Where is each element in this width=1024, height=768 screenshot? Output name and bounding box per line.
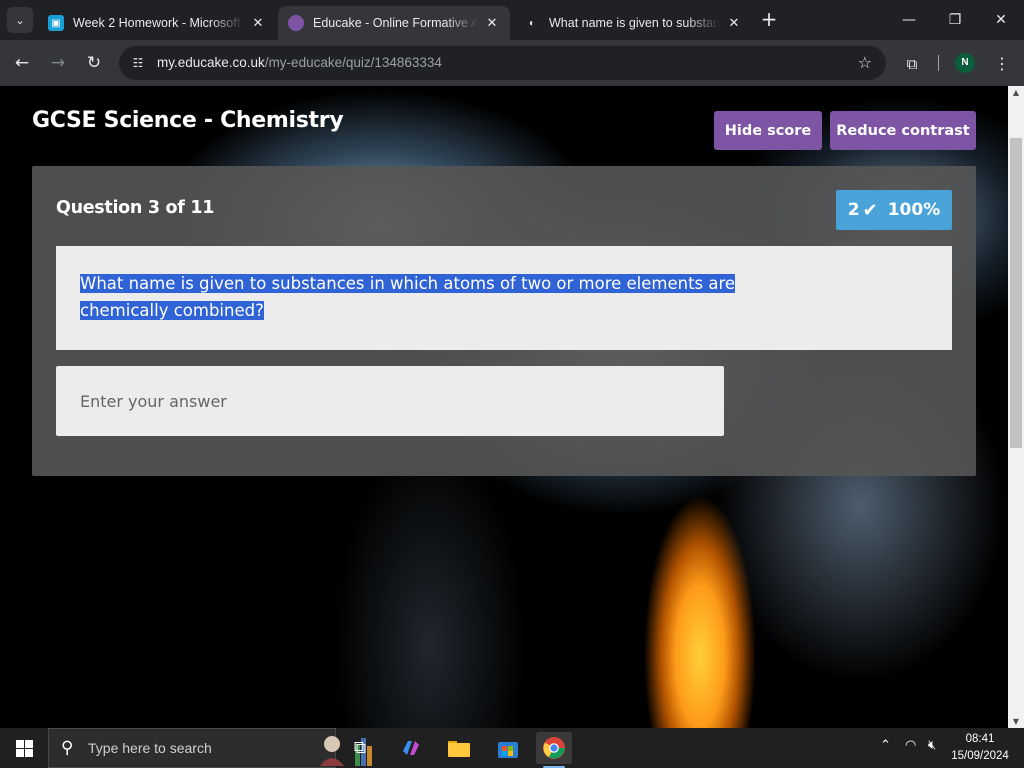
volume-muted-icon[interactable]: 🔇︎: [928, 738, 936, 753]
question-box: What name is given to substances in whic…: [56, 246, 952, 350]
page-viewport: GCSE Science - Chemistry Hide score Redu…: [0, 86, 1008, 728]
chevron-down-icon: ⌄: [15, 13, 25, 27]
clock-time: 08:41: [965, 733, 995, 745]
quiz-card: Question 3 of 11 2 ✔ 100% What name is g…: [32, 166, 976, 476]
tab-educake[interactable]: Educake - Online Formative Assessment ✕: [278, 6, 510, 40]
url-path: /my-educake/quiz/134863334: [264, 55, 442, 70]
close-tab-icon[interactable]: ✕: [726, 15, 742, 31]
tab-title: Week 2 Homework - Microsoft: [73, 16, 241, 30]
tab-search-button[interactable]: ⌄: [7, 7, 33, 33]
toolbar-divider: [938, 55, 939, 71]
tab-search-result[interactable]: ◐ What name is given to substances ✕: [514, 6, 752, 40]
minimize-icon[interactable]: —: [886, 8, 932, 32]
reload-icon[interactable]: ↻: [81, 50, 107, 76]
network-icon[interactable]: ◠: [905, 738, 916, 753]
question-number: Question 3 of 11: [56, 198, 215, 218]
new-tab-button[interactable]: +: [758, 9, 780, 31]
site-info-icon[interactable]: ☷: [128, 53, 148, 73]
page-title: GCSE Science - Chemistry: [32, 108, 344, 133]
score-percent: 100%: [887, 200, 941, 220]
tab-title: Educake - Online Formative Assessment: [313, 16, 478, 30]
teams-assignment-icon: ▣: [48, 15, 64, 31]
close-window-icon[interactable]: ✕: [978, 8, 1024, 32]
restore-icon[interactable]: ❐: [932, 8, 978, 32]
windows-taskbar: ⚲ Type here to search ⧉ ⌃ ◠ 🔇︎ 08:41 15/…: [0, 728, 1024, 768]
question-text: What name is given to substances in whic…: [80, 274, 736, 320]
close-tab-icon[interactable]: ✕: [484, 15, 500, 31]
forward-icon[interactable]: →: [45, 50, 71, 76]
page-scrollbar[interactable]: ▲ ▼: [1008, 86, 1024, 728]
menu-kebab-icon[interactable]: ⋮: [992, 52, 1012, 76]
reduce-contrast-button[interactable]: Reduce contrast: [830, 111, 976, 150]
close-tab-icon[interactable]: ✕: [250, 15, 266, 31]
browser-toolbar: ← → ↻ ☷ my.educake.co.uk/my-educake/quiz…: [0, 40, 1024, 86]
browser-tab-strip: ⌄ ▣ Week 2 Homework - Microsoft ✕ Educak…: [0, 0, 1024, 40]
scroll-thumb[interactable]: [1010, 138, 1022, 448]
system-clock[interactable]: 08:41 15/09/2024: [944, 731, 1016, 765]
extensions-icon[interactable]: ⧉: [900, 52, 924, 76]
educake-logo-icon: [288, 15, 304, 31]
copilot-icon[interactable]: [393, 732, 429, 764]
taskbar-search-placeholder: Type here to search: [88, 740, 212, 756]
hide-score-button[interactable]: Hide score: [714, 111, 822, 150]
score-correct-count: 2: [847, 200, 860, 220]
question-text-container: What name is given to substances in whic…: [80, 270, 780, 324]
show-hidden-icons-icon[interactable]: ⌃: [880, 738, 891, 753]
score-badge: 2 ✔ 100%: [836, 190, 952, 230]
chrome-icon[interactable]: [536, 732, 572, 764]
url-text[interactable]: my.educake.co.uk/my-educake/quiz/1348633…: [157, 55, 442, 70]
clock-date: 15/09/2024: [951, 750, 1009, 762]
answer-input[interactable]: [56, 366, 724, 436]
profile-avatar[interactable]: N: [955, 53, 975, 73]
checkmark-icon: ✔: [862, 199, 878, 221]
scroll-down-arrow-icon[interactable]: ▼: [1008, 717, 1024, 726]
taskbar-search-box[interactable]: ⚲ Type here to search: [48, 728, 372, 768]
start-button[interactable]: [0, 728, 48, 768]
tab-week2-homework[interactable]: ▣ Week 2 Homework - Microsoft ✕: [38, 6, 276, 40]
url-host: my.educake.co.uk: [157, 55, 265, 70]
task-view-icon[interactable]: ⧉: [342, 732, 378, 764]
file-explorer-icon[interactable]: [441, 732, 477, 764]
ai-search-icon: ◐: [528, 17, 536, 29]
scroll-up-arrow-icon[interactable]: ▲: [1008, 88, 1024, 97]
search-icon: ⚲: [61, 738, 74, 758]
back-icon[interactable]: ←: [9, 50, 35, 76]
microsoft-store-icon[interactable]: [490, 732, 526, 764]
windows-logo-icon: [15, 739, 33, 757]
bookmark-star-icon[interactable]: ☆: [858, 53, 872, 72]
address-bar[interactable]: ☷ my.educake.co.uk/my-educake/quiz/13486…: [119, 46, 886, 80]
tab-title: What name is given to substances: [549, 16, 720, 30]
